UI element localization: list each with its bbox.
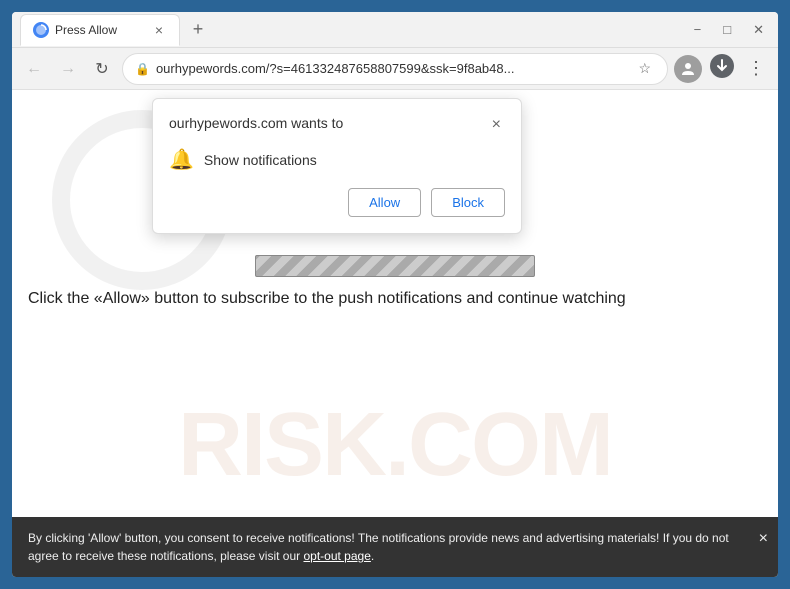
tab-close-button[interactable]: × [151, 20, 167, 40]
popup-description: Show notifications [204, 152, 317, 168]
back-button[interactable]: ← [20, 55, 48, 83]
consent-close-button[interactable]: × [759, 527, 768, 551]
bookmark-icon[interactable]: ☆ [634, 58, 655, 79]
minimize-button[interactable]: − [688, 20, 708, 39]
new-tab-button[interactable]: + [184, 16, 212, 44]
menu-button[interactable]: ⋮ [742, 55, 770, 83]
lock-icon: 🔒 [135, 62, 150, 76]
address-bar[interactable]: 🔒 ourhypewords.com/?s=461332487658807599… [122, 53, 668, 85]
address-icons: ☆ [634, 58, 655, 79]
consent-text-end: . [371, 549, 374, 563]
popup-buttons: Allow Block [169, 188, 505, 217]
nav-bar: ← → ↻ 🔒 ourhypewords.com/?s=461332487658… [12, 48, 778, 90]
download-icon [708, 52, 736, 80]
active-tab[interactable]: Press Allow × [20, 14, 180, 46]
page-content: risk.com ourhypewords.com wants to × 🔔 S… [12, 90, 778, 577]
allow-button[interactable]: Allow [348, 188, 421, 217]
consent-bar: By clicking 'Allow' button, you consent … [12, 517, 778, 577]
notification-popup: ourhypewords.com wants to × 🔔 Show notif… [152, 98, 522, 234]
opt-out-link[interactable]: opt-out page [303, 549, 370, 563]
tab-favicon-icon [33, 22, 49, 38]
consent-text: By clicking 'Allow' button, you consent … [28, 531, 729, 563]
loading-bar [255, 255, 535, 277]
popup-close-button[interactable]: × [488, 115, 505, 135]
window-controls: − □ ✕ [688, 20, 770, 40]
close-window-button[interactable]: ✕ [747, 20, 770, 40]
url-text: ourhypewords.com/?s=461332487658807599&s… [156, 61, 628, 76]
maximize-button[interactable]: □ [717, 20, 737, 39]
block-button[interactable]: Block [431, 188, 505, 217]
loading-bar-container [255, 255, 535, 277]
forward-button[interactable]: → [54, 55, 82, 83]
watermark-text: risk.com [178, 394, 612, 497]
main-text: Click the «Allow» button to subscribe to… [12, 290, 778, 308]
browser-window: Press Allow × + − □ ✕ ← → ↻ 🔒 ourhypewor… [10, 10, 780, 579]
bell-icon: 🔔 [169, 147, 194, 172]
popup-header: ourhypewords.com wants to × [169, 115, 505, 135]
popup-title: ourhypewords.com wants to [169, 115, 343, 131]
popup-content: 🔔 Show notifications [169, 147, 505, 172]
profile-button[interactable] [674, 55, 702, 83]
tab-title: Press Allow [55, 23, 145, 37]
title-bar: Press Allow × + − □ ✕ [12, 12, 778, 48]
tab-strip: Press Allow × + [20, 14, 674, 46]
refresh-button[interactable]: ↻ [88, 55, 116, 83]
